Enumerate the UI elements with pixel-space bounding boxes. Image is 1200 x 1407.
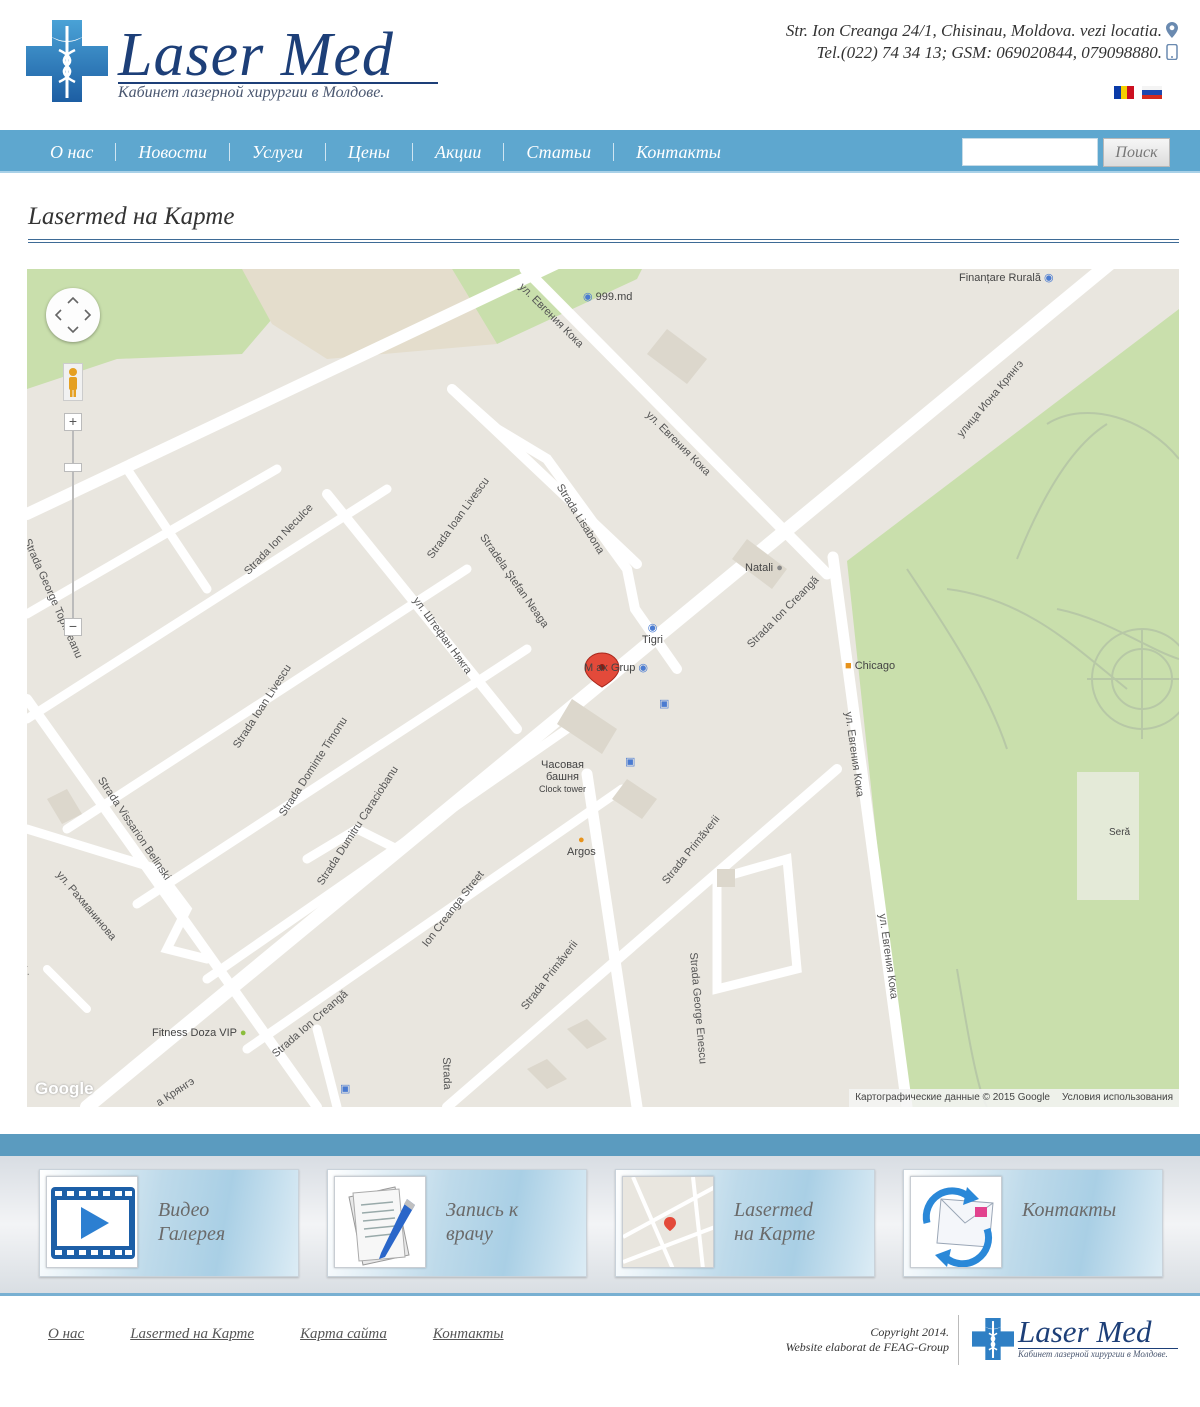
map-thumbnail-icon — [622, 1176, 714, 1268]
page-title: Lasermed на Карте — [28, 203, 235, 230]
contact-info: Str. Ion Creanga 24/1, Chisinau, Moldova… — [786, 20, 1178, 64]
caduceus-cross-icon — [26, 20, 108, 102]
russian-flag-icon[interactable] — [1142, 86, 1162, 99]
map-terms-link[interactable]: Условия использования — [1062, 1092, 1173, 1104]
video-play-icon — [46, 1176, 138, 1268]
site-logo[interactable]: Laser Med Кабинет лазерной хирургии в Мо… — [26, 20, 446, 110]
title-divider — [28, 239, 1179, 243]
pan-arrows-icon — [54, 296, 92, 334]
nav-item-promotions[interactable]: Акции — [413, 142, 505, 161]
poi-tigri[interactable]: ◉ Tigri — [642, 621, 663, 646]
nav-item-about[interactable]: О нас — [28, 142, 117, 161]
search-button[interactable]: Поиск — [1103, 138, 1170, 167]
map-canvas[interactable] — [27, 269, 1179, 1107]
google-map[interactable]: ул. Евгения Кока ул. Евгения Кока улица … — [27, 269, 1179, 1107]
poi-fitness-doza-vip[interactable]: Fitness Doza VIP ● — [152, 1027, 247, 1039]
language-switcher — [1114, 86, 1162, 99]
google-logo[interactable]: Google — [35, 1079, 94, 1099]
nav-item-services[interactable]: Услуги — [230, 142, 326, 161]
copyright-block: Copyright 2014. Website elaborat de FEAG… — [786, 1325, 949, 1355]
footer-nav: О нас Lasermed на Карте Карта сайта Конт… — [48, 1326, 504, 1343]
phone-text: Tel.(022) 74 34 13; GSM: 069020844, 0790… — [816, 43, 1163, 62]
document-pen-icon — [334, 1176, 426, 1268]
tile-label: Запись к врачу — [446, 1199, 519, 1245]
mail-envelope-icon — [910, 1176, 1002, 1268]
footer-link-contacts[interactable]: Контакты — [433, 1326, 504, 1343]
address-text[interactable]: Str. Ion Creanga 24/1, Chisinau, Moldova… — [786, 20, 1162, 42]
poi-chicago[interactable]: ■ Chicago — [845, 660, 895, 672]
tile-doctor-appointment[interactable]: Запись к врачу — [327, 1169, 587, 1277]
zoom-in-button[interactable]: + — [64, 413, 82, 431]
tile-video-gallery[interactable]: Видео Галерея — [39, 1169, 299, 1277]
site-header: Laser Med Кабинет лазерной хирургии в Мо… — [0, 0, 1200, 130]
bus-stop-icon[interactable]: ▣ — [625, 755, 635, 768]
footer-divider — [958, 1315, 959, 1365]
mobile-phone-icon — [1166, 44, 1178, 60]
brand-name: Laser Med — [118, 21, 394, 89]
poi-argos[interactable]: ● Argos — [567, 834, 596, 858]
poi-m-grup[interactable]: M ax Grup ◉ — [584, 661, 648, 674]
map-pan-control[interactable] — [46, 288, 100, 342]
street-label: Strada — [440, 1057, 454, 1090]
zoom-slider-knob[interactable] — [64, 463, 82, 472]
poi-sera[interactable]: Seră — [1109, 827, 1130, 838]
zoom-out-button[interactable]: − — [64, 618, 82, 636]
main-nav: О нас Новости Услуги Цены Акции Статьи К… — [0, 130, 1200, 173]
footer-link-sitemap[interactable]: Карта сайта — [300, 1326, 387, 1343]
footer-link-about[interactable]: О нас — [48, 1326, 84, 1343]
tile-contacts[interactable]: Контакты — [903, 1169, 1163, 1277]
map-attribution: Картографические данные © 2015 Google Ус… — [849, 1089, 1179, 1107]
footer-band-top — [0, 1134, 1200, 1156]
tile-label: Видео Галерея — [158, 1199, 226, 1245]
location-pin-icon[interactable] — [1166, 22, 1178, 38]
footer-link-map[interactable]: Lasermed на Карте — [130, 1326, 254, 1343]
search-input[interactable] — [962, 138, 1098, 166]
nav-item-contacts[interactable]: Контакты — [614, 143, 743, 161]
tile-map[interactable]: Lasermed на Карте — [615, 1169, 875, 1277]
street-view-pegman-icon[interactable] — [63, 363, 83, 401]
poi-999md[interactable]: ◉ 999.md — [583, 290, 632, 303]
bus-stop-icon[interactable]: ▣ — [659, 697, 669, 710]
poi-natali[interactable]: Natali ● — [745, 562, 783, 574]
tile-label: Контакты — [1022, 1199, 1117, 1221]
nav-item-news[interactable]: Новости — [116, 142, 230, 161]
footer-logo[interactable]: Laser Med Кабинет лазерной хирургии в Мо… — [972, 1314, 1182, 1362]
map-data-credit: Картографические данные © 2015 Google — [855, 1092, 1050, 1103]
tile-label: Lasermed на Карте — [734, 1199, 816, 1245]
nav-item-prices[interactable]: Цены — [326, 142, 413, 161]
poi-finantare-rurala[interactable]: Finanțare Rurală ◉ — [959, 271, 1054, 284]
copyright-text: Copyright 2014. — [870, 1325, 949, 1339]
nav-item-articles[interactable]: Статьи — [504, 142, 615, 161]
zoom-slider-track[interactable] — [72, 421, 74, 626]
caduceus-cross-icon — [972, 1318, 1014, 1360]
poi-clock-tower[interactable]: Часовая башня Clock tower — [539, 759, 586, 795]
developer-credit: Website elaborat de FEAG-Group — [785, 1340, 949, 1354]
footer-brand-tagline: Кабинет лазерной хирургии в Молдове. — [1018, 1349, 1168, 1359]
bus-stop-icon[interactable]: ▣ — [340, 1082, 350, 1095]
brand-tagline: Кабинет лазерной хирургии в Молдове. — [118, 84, 385, 101]
footer-brand-name: Laser Med — [1018, 1314, 1152, 1349]
romanian-flag-icon[interactable] — [1114, 86, 1135, 99]
